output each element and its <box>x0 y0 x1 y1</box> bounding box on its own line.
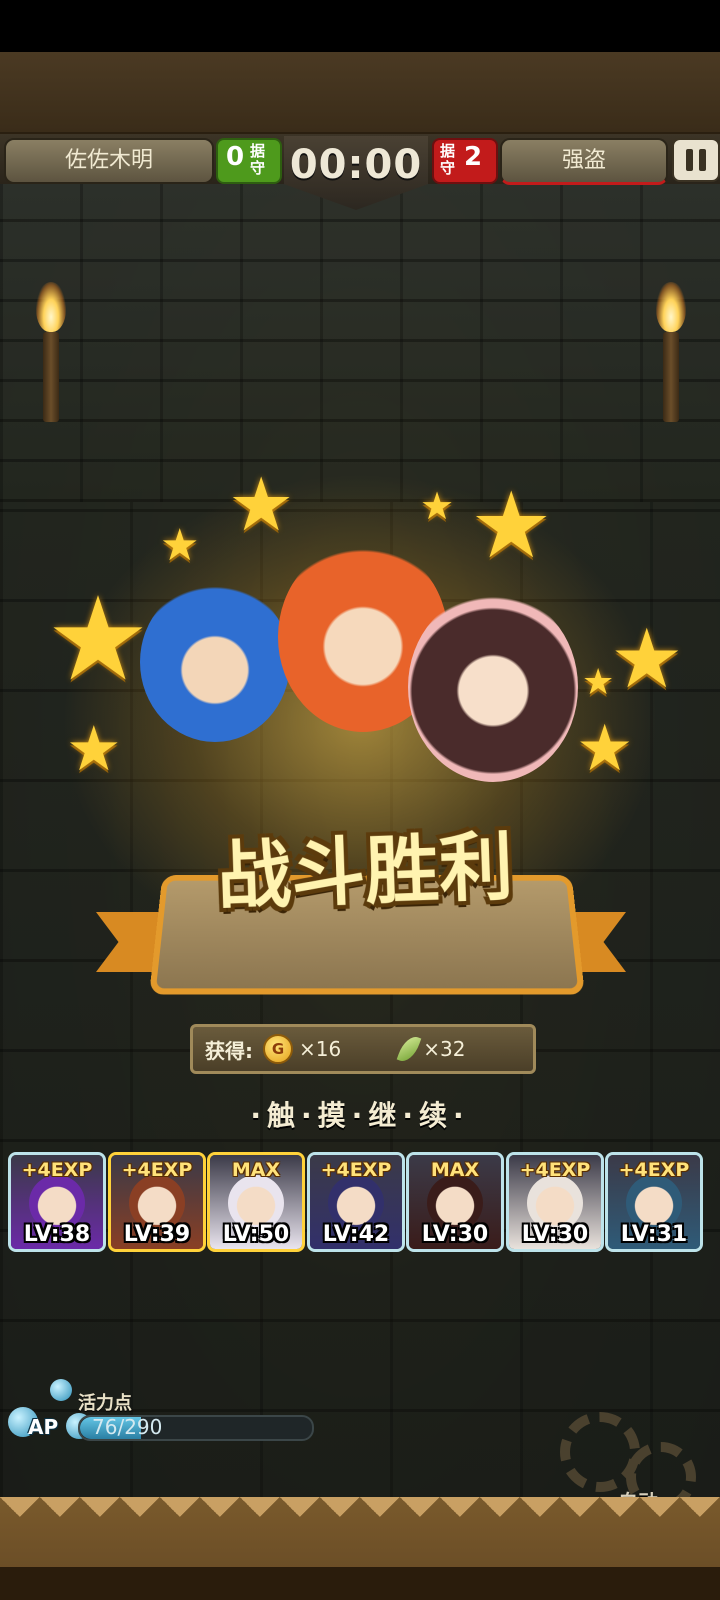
hero-level: LV:42 <box>322 1222 390 1247</box>
right-torch-icon <box>656 282 686 422</box>
coin-amount: ×16 <box>299 1037 342 1061</box>
star-icon: ★ <box>582 662 615 703</box>
left-torch-icon <box>36 282 66 422</box>
hero-exp-tag: +4EXP <box>519 1159 591 1181</box>
pause-button[interactable] <box>672 138 720 182</box>
hero-level: LV:30 <box>521 1222 589 1247</box>
feather-icon <box>396 1033 422 1065</box>
item-amount: ×32 <box>423 1037 466 1061</box>
bubble-icon <box>50 1379 72 1401</box>
ap-label: 活力点 <box>78 1393 132 1414</box>
reward-label: 获得: <box>205 1038 253 1063</box>
blue-wolf-character <box>140 582 290 742</box>
enemy-score-value: 2 <box>464 142 483 172</box>
star-icon: ★ <box>160 520 200 571</box>
enemy-name: 强盗 <box>500 138 668 185</box>
ap-value: 76/290 <box>92 1415 163 1439</box>
star-icon: ★ <box>610 612 684 707</box>
player-name: 佐佐木明 <box>4 138 214 184</box>
pause-icon <box>686 149 693 171</box>
hero-card[interactable]: MAX LV:30 <box>406 1152 504 1252</box>
battle-scene[interactable]: 佐佐木明 0 据守 据守 2 强盗 00:00 ★ ★ ★ ★ ★ ★ ★ ★ … <box>0 52 720 1600</box>
star-icon: ★ <box>420 484 455 528</box>
hero-exp-tag: +4EXP <box>121 1159 193 1181</box>
hero-card[interactable]: MAX LV:50 <box>207 1152 305 1252</box>
hero-level: LV:38 <box>23 1222 91 1247</box>
reward-bar: 获得: G ×16 ×32 <box>190 1024 536 1074</box>
star-icon: ★ <box>228 462 295 548</box>
hero-card[interactable]: +4EXP LV:42 <box>307 1152 405 1252</box>
gold-coin-icon: G <box>263 1034 293 1064</box>
hero-cards: +4EXP LV:38 +4EXP LV:39 MAX LV:50 +4EXP LV:42 MA… <box>8 1152 720 1252</box>
hero-exp-tag: +4EXP <box>618 1159 690 1181</box>
hero-level: LV:31 <box>620 1222 688 1247</box>
enemy-score: 据守 2 <box>432 138 498 184</box>
hero-level: LV:50 <box>222 1222 290 1247</box>
top-frame <box>0 52 720 136</box>
star-icon: ★ <box>46 572 150 707</box>
player-score-value: 0 <box>226 142 245 172</box>
star-icon: ★ <box>66 712 122 785</box>
victory-title: 战斗胜利 <box>215 823 515 921</box>
timer-text: 00:00 <box>289 142 423 188</box>
pink-hat-girl-character <box>408 592 578 782</box>
tap-to-continue[interactable]: ·触·摸·继·续· <box>200 1094 520 1134</box>
hero-card[interactable]: +4EXP LV:30 <box>506 1152 604 1252</box>
hero-card[interactable]: +4EXP LV:31 <box>605 1152 703 1252</box>
enemy-score-label: 据守 <box>440 142 456 177</box>
hero-card[interactable]: +4EXP LV:39 <box>108 1152 206 1252</box>
hero-exp-tag: MAX <box>231 1159 281 1181</box>
ap-meter: 活力点 AP 76/290 <box>8 1377 318 1447</box>
hero-exp-tag: +4EXP <box>21 1159 93 1181</box>
star-icon: ★ <box>576 712 634 786</box>
player-score: 0 据守 <box>216 138 282 184</box>
hero-card[interactable]: +4EXP LV:38 <box>8 1152 106 1252</box>
hero-exp-tag: +4EXP <box>320 1159 392 1181</box>
ap-abbrev: AP <box>28 1415 59 1439</box>
hero-level: LV:30 <box>421 1222 489 1247</box>
player-score-label: 据守 <box>250 142 266 177</box>
hero-exp-tag: MAX <box>430 1159 480 1181</box>
dungeon-wall <box>0 182 720 502</box>
bottom-frame <box>0 1497 720 1600</box>
hero-level: LV:39 <box>123 1222 191 1247</box>
star-icon: ★ <box>470 472 553 579</box>
